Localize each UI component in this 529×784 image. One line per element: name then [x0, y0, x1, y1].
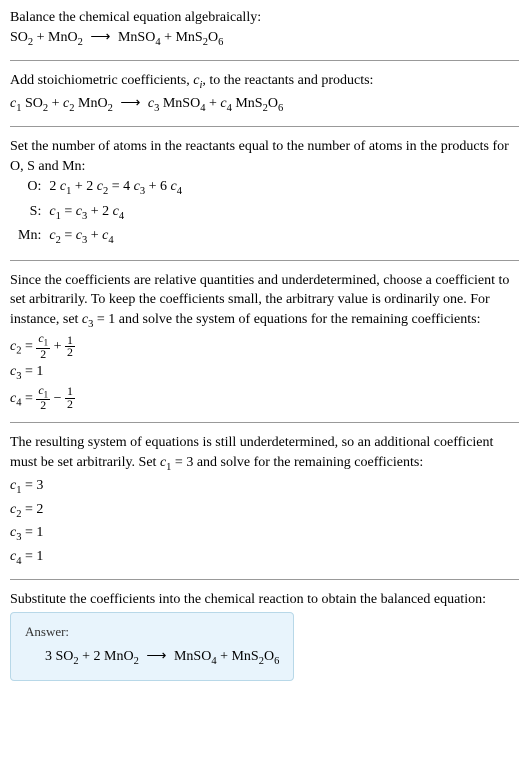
divider	[10, 60, 519, 61]
answer-equation: 3 SO2 + 2 MnO2 ⟶ MnSO4 + MnS2O6	[25, 647, 279, 669]
table-row: Mn: c2 = c3 + c4	[14, 225, 186, 249]
answer-box: Answer: 3 SO2 + 2 MnO2 ⟶ MnSO4 + MnS2O6	[10, 612, 294, 681]
element-label: Mn:	[14, 225, 45, 249]
step1-equation: SO2 + MnO2 ⟶ MnSO4 + MnS2O6	[10, 28, 519, 50]
step5-text: The resulting system of equations is sti…	[10, 433, 519, 475]
step6: Substitute the coefficients into the che…	[10, 590, 519, 680]
step2: Add stoichiometric coefficients, ci, to …	[10, 71, 519, 116]
step3-text: Set the number of atoms in the reactants…	[10, 137, 519, 176]
element-equation: c1 = c3 + 2 c4	[45, 201, 186, 225]
divider	[10, 260, 519, 261]
c3-value: c3 = 1	[10, 523, 519, 545]
c2-value: c2 = 2	[10, 500, 519, 522]
table-row: S: c1 = c3 + 2 c4	[14, 201, 186, 225]
divider	[10, 422, 519, 423]
c3-equation: c3 = 1	[10, 362, 519, 384]
divider	[10, 126, 519, 127]
c1-value: c1 = 3	[10, 476, 519, 498]
atom-equations: O: 2 c1 + 2 c2 = 4 c3 + 6 c4 S: c1 = c3 …	[14, 176, 186, 249]
element-label: O:	[14, 176, 45, 200]
c4-equation: c4 = c12 − 12	[10, 385, 519, 412]
step3: Set the number of atoms in the reactants…	[10, 137, 519, 250]
step4-text: Since the coefficients are relative quan…	[10, 271, 519, 333]
divider	[10, 579, 519, 580]
step1: Balance the chemical equation algebraica…	[10, 8, 519, 50]
answer-label: Answer:	[25, 623, 279, 641]
c4-value: c4 = 1	[10, 547, 519, 569]
step2-text: Add stoichiometric coefficients, ci, to …	[10, 71, 519, 93]
step6-text: Substitute the coefficients into the che…	[10, 590, 519, 610]
c2-equation: c2 = c12 + 12	[10, 333, 519, 360]
step2-equation: c1 SO2 + c2 MnO2 ⟶ c3 MnSO4 + c4 MnS2O6	[10, 94, 519, 116]
table-row: O: 2 c1 + 2 c2 = 4 c3 + 6 c4	[14, 176, 186, 200]
element-label: S:	[14, 201, 45, 225]
step1-text: Balance the chemical equation algebraica…	[10, 8, 519, 28]
element-equation: c2 = c3 + c4	[45, 225, 186, 249]
step4: Since the coefficients are relative quan…	[10, 271, 519, 413]
step5: The resulting system of equations is sti…	[10, 433, 519, 569]
element-equation: 2 c1 + 2 c2 = 4 c3 + 6 c4	[45, 176, 186, 200]
